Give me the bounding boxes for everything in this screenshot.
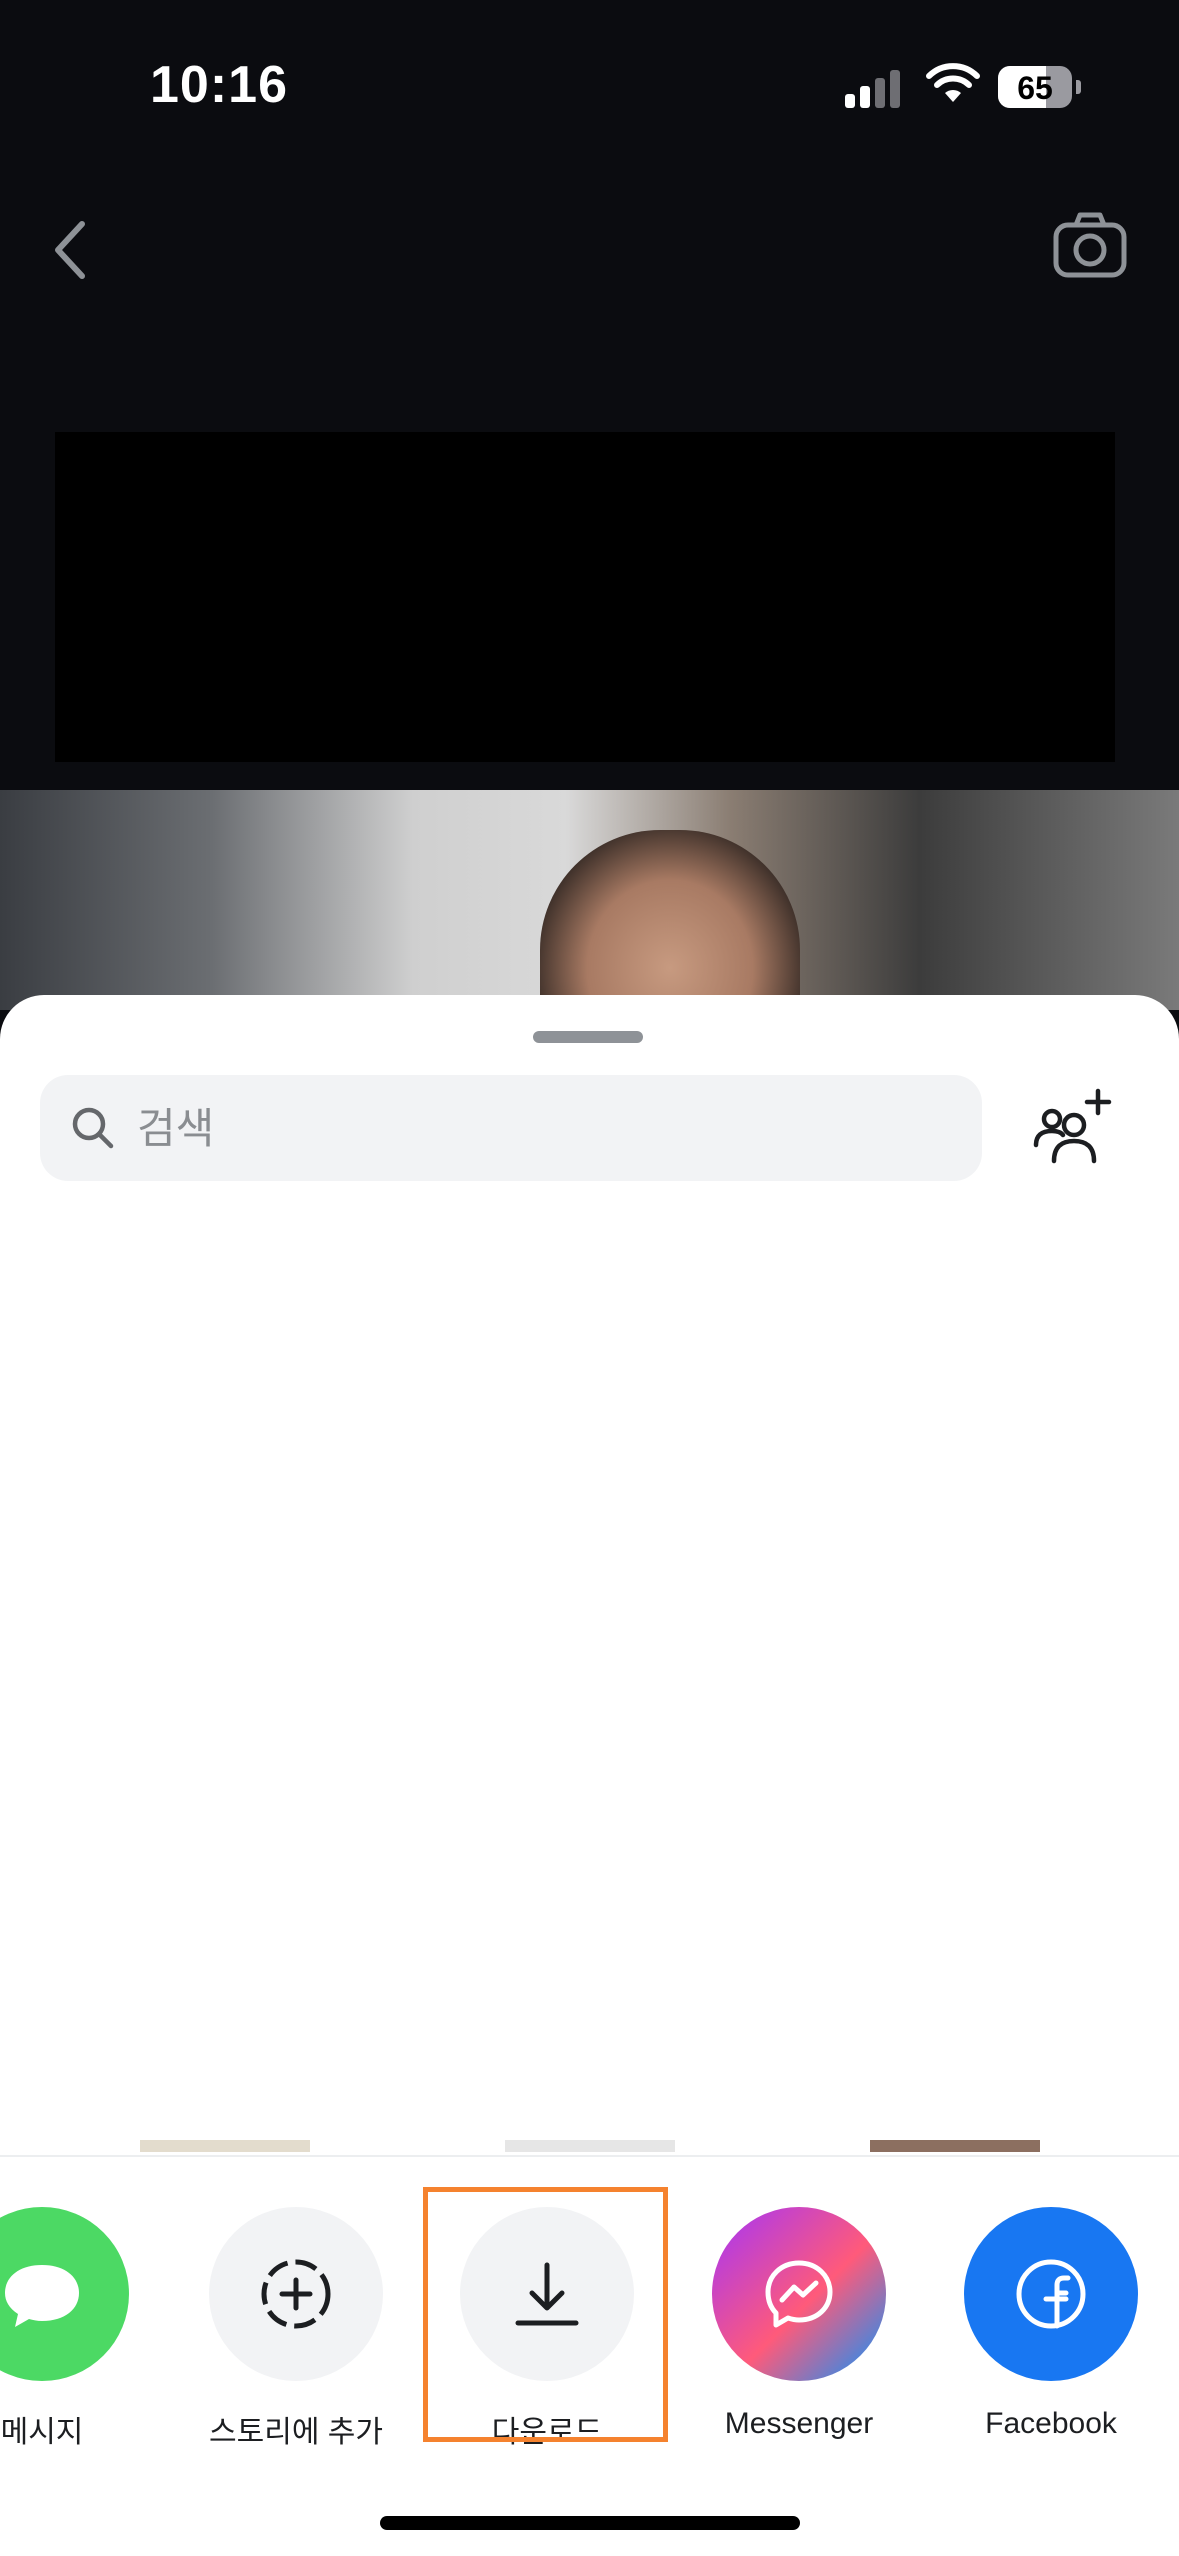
add-story-icon [261,2259,331,2329]
search-bar[interactable] [40,1075,982,1183]
download-highlight-box [423,2187,668,2442]
facebook-icon [1016,2259,1086,2329]
battery-icon: 65 [998,66,1072,108]
cellular-signal-icon [845,68,905,108]
battery-level: 65 [1017,70,1053,106]
search-input[interactable] [135,1075,959,1183]
share-message-button[interactable]: 메시지 [0,2207,152,2449]
video-player[interactable] [55,432,1115,762]
add-people-icon[interactable] [1030,1085,1116,1171]
share-message-circle [0,2207,129,2381]
share-label-messenger: Messenger [724,2407,874,2440]
share-add-story-button[interactable]: 스토리에 추가 [186,2207,406,2449]
share-label-add-story: 스토리에 추가 [209,2416,383,2449]
search-icon [72,1107,114,1149]
status-time: 10:16 [150,56,288,114]
messenger-icon [765,2260,833,2328]
share-add-story-circle [209,2207,383,2381]
share-facebook-circle [964,2207,1138,2381]
share-label-message: 메시지 [0,2416,84,2449]
video-thumbnail [0,790,1179,1010]
chevron-left-icon[interactable] [40,210,100,290]
home-indicator[interactable] [380,2516,800,2530]
share-sheet: 메시지 스토리에 추가 다운로드 [0,995,1179,2556]
camera-icon[interactable] [1050,205,1130,285]
wifi-icon [926,63,980,102]
share-label-facebook: Facebook [985,2407,1117,2440]
sheet-grabber[interactable] [533,1031,643,1043]
share-facebook-button[interactable]: Facebook [941,2207,1161,2440]
message-bubble-icon [5,2265,79,2327]
share-actions-row: 메시지 스토리에 추가 다운로드 Messenger Facebook [0,2155,1179,2449]
share-messenger-circle [712,2207,886,2381]
share-messenger-button[interactable]: Messenger [689,2207,909,2440]
